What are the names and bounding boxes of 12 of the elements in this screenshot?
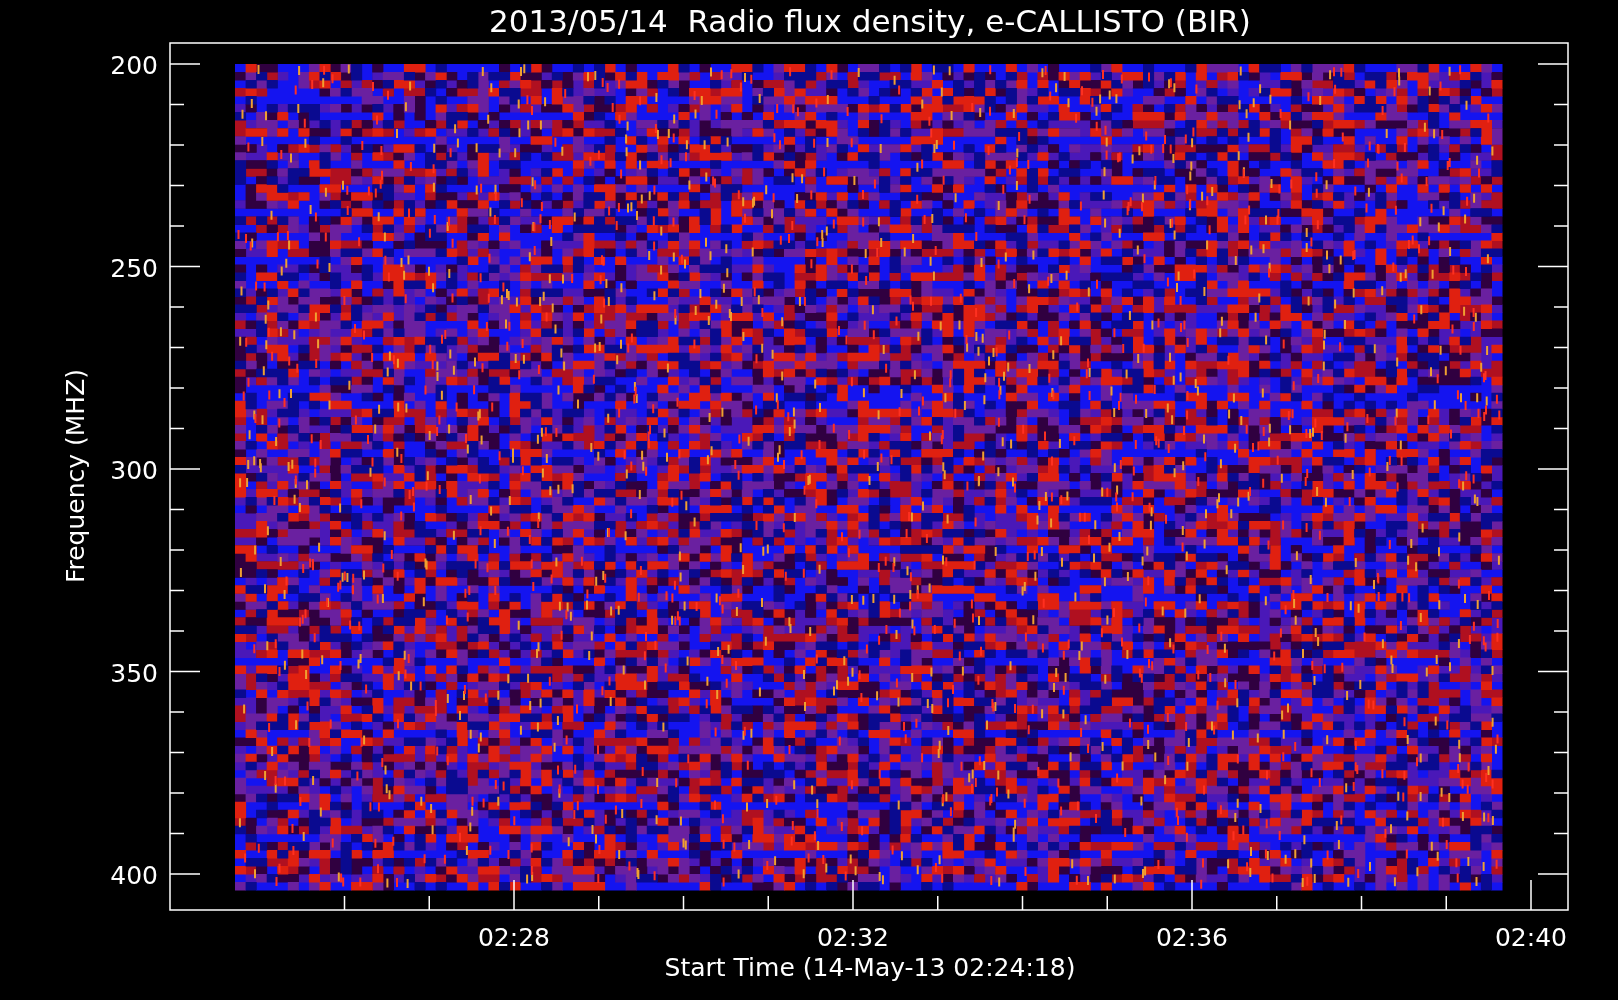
x-tick-label: 02:40 [1495,923,1567,952]
y-tick-label: 250 [110,253,158,283]
y-tick-label: 400 [110,861,158,890]
x-tick-label: 02:28 [478,923,550,952]
chart-title: 2013/05/14 Radio flux density, e-CALLISTO (BIR) [489,3,1251,39]
y-tick-label: 300 [110,456,158,485]
x-axis-label: Start Time (14-May-13 02:24:18) [664,953,1076,982]
x-tick-label: 02:36 [1156,923,1228,952]
y-axis-label: Frequency (MHZ) [61,368,90,584]
x-tick-label: 02:32 [817,923,889,952]
y-tick-label: 350 [110,658,158,688]
y-tick-label: 200 [110,51,158,80]
